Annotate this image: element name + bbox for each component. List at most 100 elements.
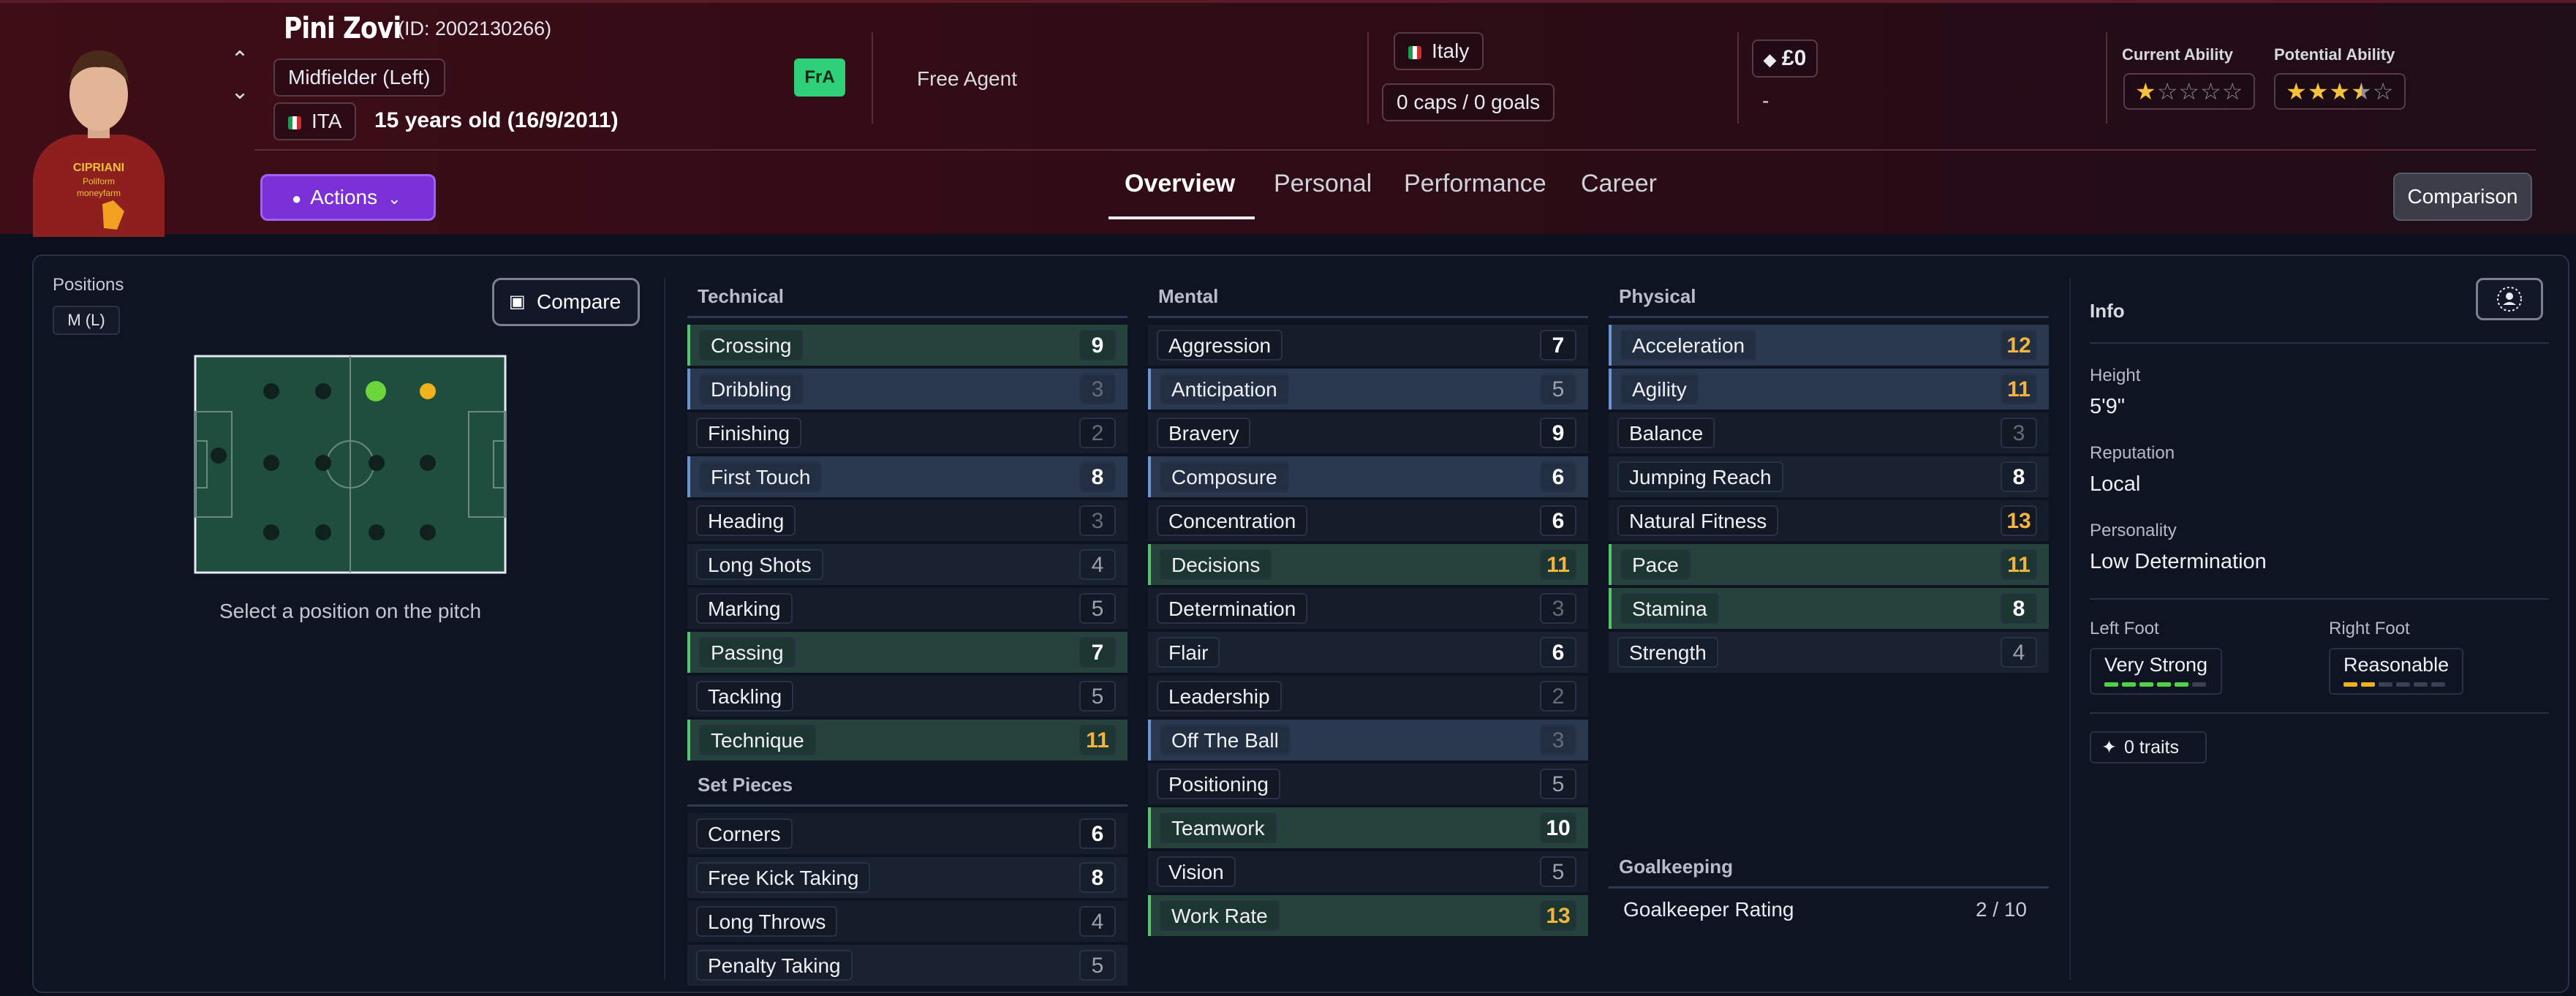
attribute-row[interactable]: Work Rate 13: [1148, 895, 1588, 936]
status-badge: FrA: [794, 59, 845, 97]
star-empty-icon: ☆: [2200, 78, 2222, 105]
svg-text:CIPRIANI: CIPRIANI: [73, 162, 124, 174]
attribute-name: Acceleration: [1620, 330, 1757, 361]
attribute-row[interactable]: Determination 3: [1148, 588, 1588, 629]
attribute-row[interactable]: Aggression 7: [1148, 325, 1588, 366]
attribute-row[interactable]: Jumping Reach 8: [1609, 456, 2049, 497]
active-tab-indicator: [1108, 216, 1255, 219]
attribute-row[interactable]: Decisions 11: [1148, 544, 1588, 585]
attribute-row[interactable]: Marking 5: [687, 588, 1128, 629]
compare-label: Compare: [537, 290, 622, 313]
attribute-name: Positioning: [1157, 769, 1280, 799]
attribute-row[interactable]: First Touch 8: [687, 456, 1128, 497]
attribute-name: Aggression: [1157, 330, 1283, 361]
attribute-row[interactable]: Long Throws 4: [687, 901, 1128, 942]
position-pitch[interactable]: [194, 355, 507, 574]
attribute-value: 7: [1540, 330, 1576, 361]
tab-personal[interactable]: Personal: [1274, 170, 1372, 198]
attribute-row[interactable]: Penalty Taking 5: [687, 945, 1128, 986]
attribute-row[interactable]: Dribbling 3: [687, 369, 1128, 410]
attribute-name: Agility: [1620, 374, 1699, 404]
attribute-value: 11: [2001, 374, 2037, 404]
attribute-row[interactable]: Natural Fitness 13: [1609, 500, 2049, 541]
profile-icon-button[interactable]: [2476, 278, 2543, 320]
attribute-row[interactable]: Stamina 8: [1609, 588, 2049, 629]
club-name[interactable]: Free Agent: [917, 67, 1017, 91]
attribute-name: Tackling: [696, 681, 794, 712]
attribute-row[interactable]: Off The Ball 3: [1148, 720, 1588, 761]
actions-button[interactable]: ● Actions ⌄: [260, 174, 436, 221]
attribute-row[interactable]: Heading 3: [687, 500, 1128, 541]
reputation-value: Local: [2090, 472, 2141, 496]
attribute-row[interactable]: Finishing 2: [687, 412, 1128, 453]
nationality-text: Italy: [1432, 39, 1470, 62]
attribute-row[interactable]: Corners 6: [687, 813, 1128, 854]
foot-level-bar: [2139, 682, 2153, 687]
attribute-row[interactable]: Bravery 9: [1148, 412, 1588, 453]
position-chip: Midfielder (Left): [273, 59, 445, 97]
nationality-chip[interactable]: Italy: [1394, 32, 1484, 70]
attribute-name: Determination: [1157, 593, 1308, 624]
attribute-row[interactable]: Leadership 2: [1148, 676, 1588, 717]
position-chip-ml[interactable]: M (L): [53, 306, 120, 335]
attribute-row[interactable]: Pace 11: [1609, 544, 2049, 585]
set-pieces-title: Set Pieces: [698, 774, 793, 796]
profile-icon: [2497, 287, 2522, 312]
attribute-value: 6: [1540, 505, 1576, 536]
attribute-name: Leadership: [1157, 681, 1282, 712]
tab-career[interactable]: Career: [1581, 170, 1657, 198]
header-divider: [1737, 32, 1739, 124]
attribute-row[interactable]: Long Shots 4: [687, 544, 1128, 585]
attribute-name: Heading: [696, 505, 796, 536]
attribute-row[interactable]: Flair 6: [1148, 632, 1588, 673]
foot-level-bar: [2414, 682, 2428, 687]
caps-text: 0 caps / 0 goals: [1397, 91, 1541, 113]
attribute-value: 5: [1540, 856, 1576, 887]
attribute-row[interactable]: Crossing 9: [687, 325, 1128, 366]
attribute-value: 5: [1079, 593, 1116, 624]
height-value: 5'9": [2090, 395, 2126, 418]
header-divider: [1367, 32, 1369, 124]
attribute-row[interactable]: Strength 4: [1609, 632, 2049, 673]
positions-label: Positions: [53, 275, 124, 295]
star-empty-icon: ☆: [2156, 78, 2179, 105]
attribute-row[interactable]: Vision 5: [1148, 851, 1588, 892]
attribute-value: 3: [1079, 374, 1116, 404]
player-header: CIPRIANI Poliform moneyfarm ⌃ ⌃ Pini Zov…: [0, 0, 2576, 237]
attribute-name: Penalty Taking: [696, 950, 853, 981]
attribute-row[interactable]: Free Kick Taking 8: [687, 857, 1128, 898]
attribute-row[interactable]: Composure 6: [1148, 456, 1588, 497]
attribute-name: Jumping Reach: [1617, 461, 1783, 492]
comparison-button[interactable]: Comparison: [2393, 173, 2532, 221]
compare-button[interactable]: ▣ Compare: [492, 278, 640, 326]
attribute-name: Decisions: [1160, 549, 1272, 580]
attribute-value: 9: [1540, 418, 1576, 448]
attribute-name: First Touch: [699, 461, 823, 492]
tab-overview[interactable]: Overview: [1125, 170, 1235, 198]
attribute-row[interactable]: Balance 3: [1609, 412, 2049, 453]
traits-button[interactable]: ✦ 0 traits: [2090, 731, 2207, 763]
attribute-row[interactable]: Technique 11: [687, 720, 1128, 761]
attribute-value: 7: [1079, 637, 1116, 668]
attribute-row[interactable]: Positioning 5: [1148, 763, 1588, 804]
attribute-name: Vision: [1157, 856, 1236, 887]
next-player-button[interactable]: ⌃: [225, 75, 254, 104]
previous-player-button[interactable]: ⌃: [225, 45, 254, 75]
current-ability-label: Current Ability: [2122, 45, 2233, 64]
attribute-row[interactable]: Concentration 6: [1148, 500, 1588, 541]
attribute-value: 11: [1540, 549, 1576, 580]
attribute-row[interactable]: Passing 7: [687, 632, 1128, 673]
attribute-row[interactable]: Acceleration 12: [1609, 325, 2049, 366]
player-id: (ID: 2002130266): [398, 18, 552, 39]
attribute-row[interactable]: Agility 11: [1609, 369, 2049, 410]
tab-performance[interactable]: Performance: [1404, 170, 1546, 198]
goalkeeper-rating-label: Goalkeeper Rating: [1623, 898, 1794, 921]
attribute-row[interactable]: Tackling 5: [687, 676, 1128, 717]
header-divider: [2106, 32, 2107, 124]
attribute-row[interactable]: Teamwork 10: [1148, 807, 1588, 848]
foot-level-bar: [2104, 682, 2118, 687]
attribute-value: 6: [1540, 637, 1576, 668]
attribute-row[interactable]: Anticipation 5: [1148, 369, 1588, 410]
player-name: Pini Zovi: [284, 12, 401, 45]
attribute-value: 8: [2001, 593, 2037, 624]
